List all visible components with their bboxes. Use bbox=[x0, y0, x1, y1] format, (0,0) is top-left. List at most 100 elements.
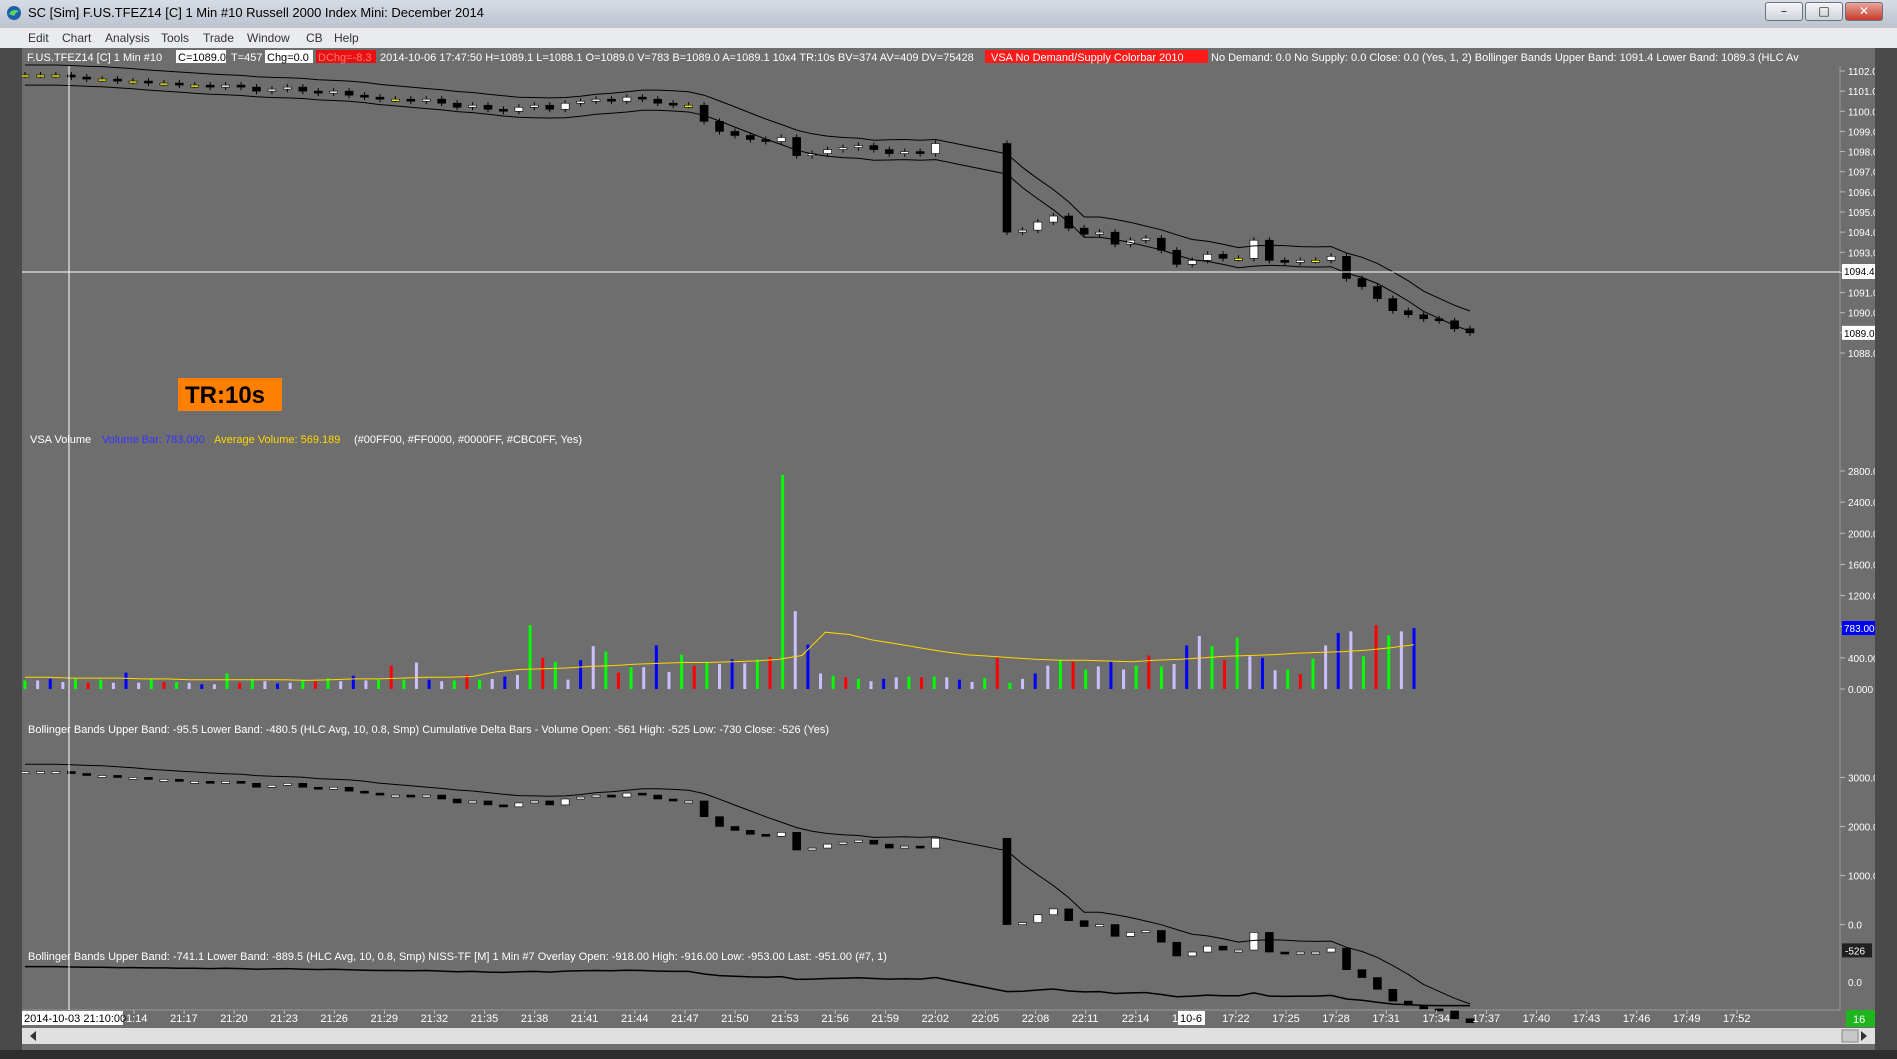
price-candle bbox=[468, 104, 477, 108]
scrollbar-thumb[interactable] bbox=[1841, 1029, 1859, 1043]
maximize-button[interactable]: □ bbox=[1805, 2, 1843, 21]
price-tick-label: 1090.0 bbox=[1848, 309, 1875, 320]
volume-bar bbox=[263, 681, 267, 689]
delta-bar bbox=[499, 804, 508, 808]
time-tick-label: 21:29 bbox=[370, 1013, 398, 1025]
price-tick-label: 1091.0 bbox=[1848, 289, 1875, 300]
price-tick-label: 1095.0 bbox=[1848, 208, 1875, 219]
volume-bar bbox=[111, 682, 115, 689]
volume-bar bbox=[36, 680, 40, 689]
volume-bar bbox=[718, 664, 721, 689]
delta-bar bbox=[344, 786, 354, 792]
delta-bar bbox=[900, 845, 910, 849]
corner-badge-text: 16 bbox=[1853, 1014, 1865, 1026]
volume-bar bbox=[680, 654, 684, 689]
delta-bar bbox=[252, 783, 261, 788]
current-volume-label: 783.000 bbox=[1844, 624, 1875, 635]
volume-bar bbox=[1248, 656, 1252, 689]
time-tick-label: 22:08 bbox=[1022, 1013, 1050, 1025]
price-candle bbox=[205, 84, 215, 88]
delta-bar bbox=[190, 781, 200, 784]
menu-cb[interactable]: CB bbox=[306, 31, 323, 45]
time-tick-label: 21:23 bbox=[270, 1013, 298, 1025]
volume-tick-label: 2000.000 bbox=[1848, 529, 1875, 540]
time-tick-label: 21:32 bbox=[421, 1013, 449, 1025]
volume-bar bbox=[1071, 661, 1075, 689]
volume-bar bbox=[907, 676, 911, 689]
time-tick-label: 17:49 bbox=[1673, 1013, 1701, 1025]
price-candle bbox=[437, 98, 447, 104]
delta-bar bbox=[97, 775, 107, 778]
volume-bar bbox=[1021, 678, 1025, 689]
delta-bar bbox=[283, 783, 292, 786]
volume-bar bbox=[1084, 669, 1088, 689]
price-candle bbox=[1033, 221, 1043, 231]
delta-bar bbox=[699, 800, 709, 817]
price-candle bbox=[638, 96, 647, 100]
volume-bar bbox=[1374, 625, 1378, 689]
menu-trade[interactable]: Trade bbox=[203, 31, 234, 45]
price-candle bbox=[1172, 249, 1182, 265]
price-candle bbox=[884, 149, 894, 154]
delta-bar bbox=[221, 781, 230, 784]
volume-panel-params: (#00FF00, #FF0000, #0000FF, #CBC0FF, Yes… bbox=[354, 434, 582, 446]
volume-bar bbox=[983, 678, 987, 689]
menu-edit[interactable]: Edit bbox=[28, 31, 49, 45]
delta-bar bbox=[1357, 969, 1367, 978]
volume-bar bbox=[61, 681, 65, 689]
price-candle bbox=[1295, 260, 1305, 263]
menu-window[interactable]: Window bbox=[247, 31, 290, 45]
current-delta-label: -526 bbox=[1845, 946, 1865, 957]
time-tick-label: 17:31 bbox=[1372, 1013, 1400, 1025]
volume-bar bbox=[162, 681, 166, 689]
time-tick-label: 17:40 bbox=[1523, 1013, 1551, 1025]
delta-bar bbox=[931, 837, 940, 849]
delta-tick-label: 3000.0 bbox=[1848, 773, 1875, 784]
price-candle bbox=[252, 86, 261, 92]
volume-bar bbox=[1311, 658, 1315, 689]
delta-bar bbox=[452, 798, 462, 804]
menu-tools[interactable]: Tools bbox=[161, 31, 189, 45]
volume-bar bbox=[301, 680, 305, 689]
price-candle bbox=[1357, 278, 1367, 287]
header-dchange-text: DChg=-8.3 bbox=[318, 52, 372, 64]
menu-chart[interactable]: Chart bbox=[62, 31, 91, 45]
price-candle bbox=[421, 98, 431, 102]
price-candle bbox=[1249, 239, 1259, 259]
volume-bar bbox=[781, 474, 785, 689]
delta-bar bbox=[1018, 922, 1027, 925]
close-button[interactable]: ✕ bbox=[1845, 2, 1883, 21]
average-volume-value: Average Volume: 569.189 bbox=[214, 434, 340, 446]
chart-area[interactable]: F.US.TFEZ14 [C] 1 Min #10 C=1089.0 T=457… bbox=[20, 48, 1890, 1050]
delta-bar bbox=[776, 832, 786, 837]
volume-bar bbox=[1349, 631, 1353, 689]
window-title: SC [Sim] F.US.TFEZ14 [C] 1 Min #10 Russe… bbox=[28, 5, 484, 20]
menu-help[interactable]: Help bbox=[334, 31, 359, 45]
price-candle bbox=[236, 84, 246, 88]
delta-bar bbox=[113, 775, 122, 778]
volume-bar bbox=[692, 665, 696, 689]
delta-bar bbox=[1033, 914, 1043, 923]
price-candle bbox=[1342, 256, 1351, 279]
minimize-button[interactable]: – bbox=[1765, 2, 1803, 21]
time-tick-label: 21:38 bbox=[521, 1013, 549, 1025]
volume-bar bbox=[856, 678, 860, 689]
window-bottom-frame bbox=[0, 1050, 1897, 1059]
chart-canvas[interactable]: F.US.TFEZ14 [C] 1 Min #10 C=1089.0 T=457… bbox=[20, 48, 1890, 1050]
volume-bar bbox=[440, 681, 444, 689]
delta-bar bbox=[236, 781, 246, 784]
price-tick-label: 1094.0 bbox=[1848, 228, 1875, 239]
volume-bar bbox=[377, 679, 381, 689]
delta-bar bbox=[668, 798, 678, 802]
price-candle bbox=[313, 90, 323, 94]
volume-bar bbox=[793, 611, 797, 689]
price-tick-label: 1098.0 bbox=[1848, 148, 1875, 159]
window-right-frame bbox=[1875, 48, 1897, 1059]
volume-bar bbox=[1273, 670, 1277, 689]
horizontal-scrollbar[interactable] bbox=[22, 1028, 1875, 1044]
volume-bar bbox=[351, 675, 355, 689]
time-tick-label: 17:34 bbox=[1422, 1013, 1450, 1025]
price-candle bbox=[900, 151, 910, 154]
menu-analysis[interactable]: Analysis bbox=[105, 31, 150, 45]
volume-bar bbox=[1399, 631, 1403, 689]
